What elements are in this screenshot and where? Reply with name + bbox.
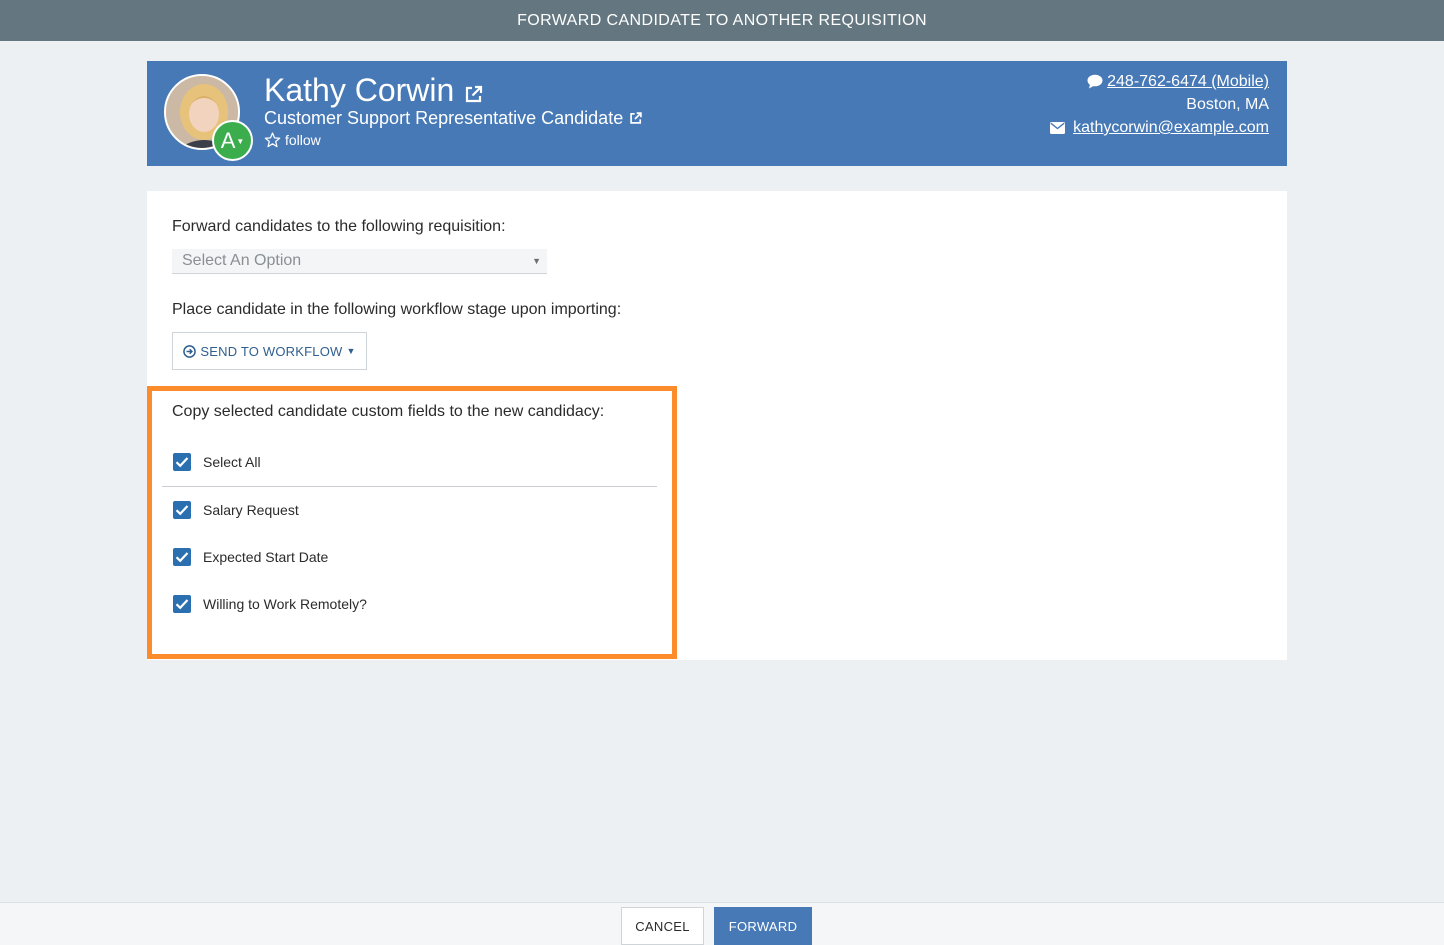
candidate-header: A ▼ Kathy Corwin Customer Support Repres… bbox=[147, 61, 1287, 166]
caret-down-icon: ▼ bbox=[236, 137, 245, 146]
check-icon bbox=[175, 552, 189, 563]
caret-down-icon: ▼ bbox=[532, 256, 541, 266]
check-icon bbox=[175, 457, 189, 468]
location-text: Boston, MA bbox=[1186, 96, 1269, 113]
star-icon bbox=[264, 132, 281, 148]
requisition-label: Forward candidates to the following requ… bbox=[172, 218, 506, 235]
follow-label: follow bbox=[285, 132, 321, 148]
custom-field-label: Willing to Work Remotely? bbox=[203, 596, 367, 612]
check-icon bbox=[175, 505, 189, 516]
checkbox-checked[interactable] bbox=[173, 595, 191, 613]
checkbox-checked[interactable] bbox=[173, 453, 191, 471]
candidate-grade-dropdown[interactable]: A ▼ bbox=[212, 120, 253, 161]
send-to-workflow-button[interactable]: SEND TO WORKFLOW ▼ bbox=[172, 332, 367, 370]
candidate-name-text: Kathy Corwin bbox=[264, 72, 455, 108]
dialog-title: FORWARD CANDIDATE TO ANOTHER REQUISITION bbox=[517, 11, 927, 29]
candidate-contact: 248-762-6474 (Mobile) Boston, MA kathyco… bbox=[1050, 70, 1269, 139]
checkbox-checked[interactable] bbox=[173, 548, 191, 566]
caret-down-icon: ▼ bbox=[346, 346, 356, 356]
custom-fields-section: Copy selected candidate custom fields to… bbox=[147, 386, 677, 659]
workflow-label: Place candidate in the following workflo… bbox=[172, 301, 622, 318]
dialog-footer: CANCEL FORWARD bbox=[0, 902, 1444, 945]
external-link-icon[interactable] bbox=[629, 109, 643, 130]
send-to-workflow-label: SEND TO WORKFLOW bbox=[200, 343, 343, 359]
location-row: Boston, MA bbox=[1050, 93, 1269, 116]
candidate-name: Kathy Corwin bbox=[264, 69, 484, 112]
dialog-title-bar: FORWARD CANDIDATE TO ANOTHER REQUISITION bbox=[0, 0, 1444, 41]
candidate-role: Customer Support Representative Candidat… bbox=[264, 107, 643, 130]
circle-arrow-right-icon bbox=[183, 344, 197, 358]
forward-button[interactable]: FORWARD bbox=[714, 907, 812, 945]
requisition-select-placeholder: Select An Option bbox=[182, 252, 302, 269]
envelope-icon bbox=[1050, 121, 1066, 134]
custom-field-checkbox-expected-start-date[interactable]: Expected Start Date bbox=[173, 548, 328, 566]
phone-link[interactable]: 248-762-6474 (Mobile) bbox=[1107, 70, 1269, 93]
chat-bubble-icon bbox=[1087, 74, 1103, 89]
custom-fields-label: Copy selected candidate custom fields to… bbox=[172, 403, 605, 420]
select-all-checkbox[interactable]: Select All bbox=[173, 453, 261, 471]
divider bbox=[162, 486, 657, 487]
follow-button[interactable]: follow bbox=[264, 132, 321, 148]
grade-letter: A bbox=[220, 127, 236, 153]
check-icon bbox=[175, 599, 189, 610]
select-all-label: Select All bbox=[203, 454, 261, 470]
custom-field-checkbox-willing-to-work-remotely[interactable]: Willing to Work Remotely? bbox=[173, 595, 367, 613]
cancel-button[interactable]: CANCEL bbox=[621, 907, 704, 945]
checkbox-checked[interactable] bbox=[173, 501, 191, 519]
forward-form-panel: Forward candidates to the following requ… bbox=[147, 191, 1287, 660]
custom-field-checkbox-salary-request[interactable]: Salary Request bbox=[173, 501, 299, 519]
email-row: kathycorwin@example.com bbox=[1050, 116, 1269, 139]
email-link[interactable]: kathycorwin@example.com bbox=[1073, 116, 1269, 139]
custom-field-label: Expected Start Date bbox=[203, 549, 329, 565]
custom-field-label: Salary Request bbox=[203, 502, 299, 518]
phone-row: 248-762-6474 (Mobile) bbox=[1050, 70, 1269, 93]
requisition-select[interactable]: Select An Option ▼ bbox=[172, 249, 547, 274]
candidate-role-text: Customer Support Representative Candidat… bbox=[264, 108, 624, 128]
